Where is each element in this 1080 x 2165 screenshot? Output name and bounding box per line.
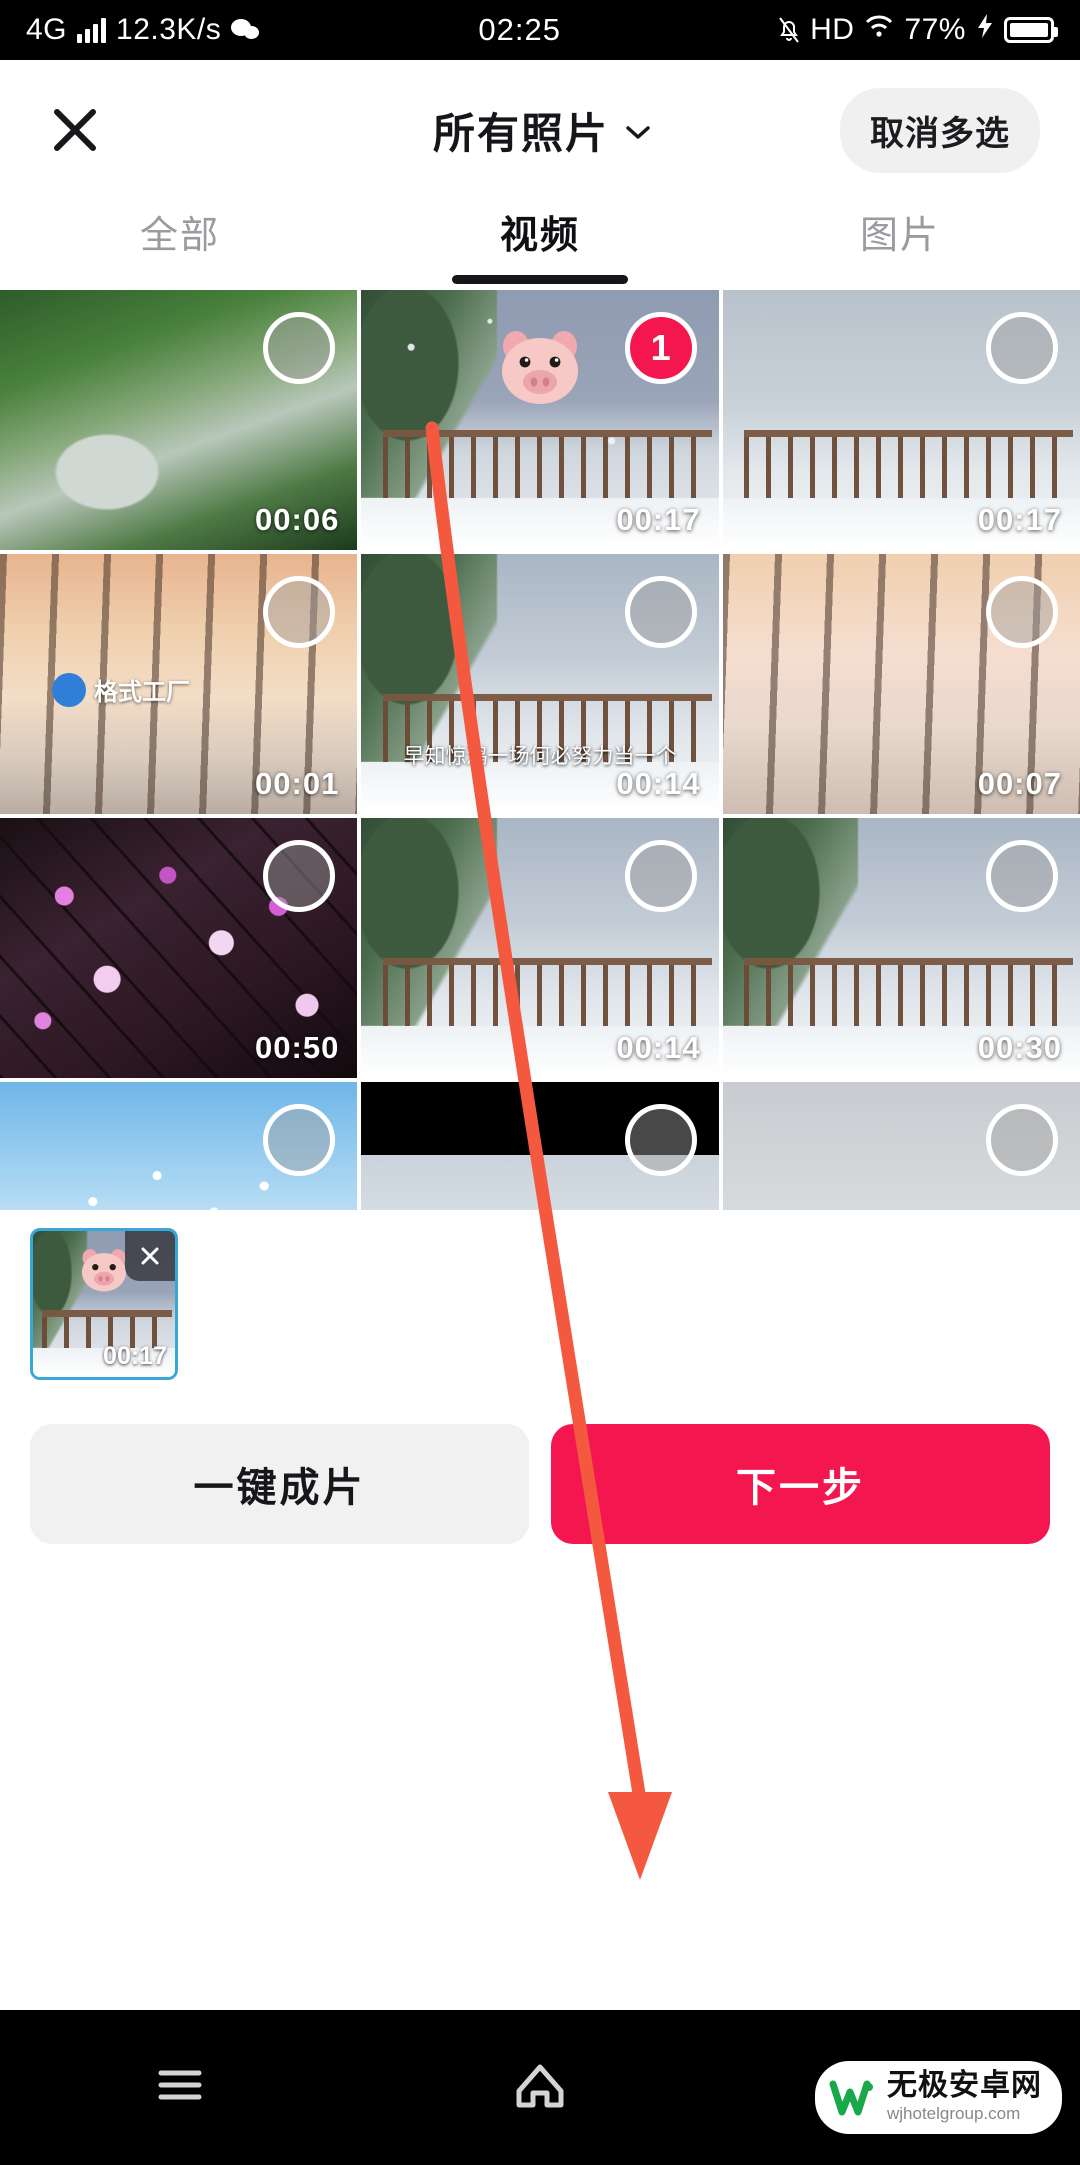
duration-label: 00:50 [255,1030,340,1065]
hd-label: HD [810,13,855,46]
grid-item[interactable]: 00:17 [722,290,1080,550]
tab-image[interactable]: 图片 [720,200,1080,290]
status-left: 4G 12.3K/s [26,13,261,47]
select-checkbox[interactable] [986,576,1058,648]
chevron-down-icon [625,124,650,139]
signal-bars-icon [77,17,107,43]
watermark-site-url: wjhotelgroup.com [887,2104,1021,2123]
select-checkbox[interactable]: 1 [624,312,697,384]
wifi-icon [864,13,894,47]
cancel-multiselect-button[interactable]: 取消多选 [840,87,1040,173]
grid-item[interactable]: 00:50 [0,818,358,1078]
select-checkbox[interactable] [263,312,336,384]
action-bar: 一键成片 下一步 [0,1400,1080,1578]
media-grid: 00:06 1 00:17 00:17 格式工厂 00:01 早知惊鸿一场何必努… [0,290,1080,1210]
auto-create-button[interactable]: 一键成片 [30,1424,529,1544]
select-checkbox[interactable] [986,1104,1058,1176]
tab-video-label: 视频 [499,215,580,257]
grid-item[interactable]: 00:06 [0,290,358,550]
watermark-label: 格式工厂 [94,679,190,706]
grid-item[interactable]: 00:14 [361,818,719,1078]
select-checkbox[interactable] [624,576,697,648]
duration-label: 00:14 [616,1030,701,1065]
bolt-icon [976,13,994,47]
sheet-header: 所有照片 取消多选 [0,60,1080,200]
wechat-icon [231,17,261,43]
selected-thumbnail[interactable]: 00:17 [30,1228,178,1380]
grid-item[interactable]: 早知惊鸿一场何必努力当一个 00:14 [361,554,719,814]
battery-icon [1003,17,1058,43]
bell-off-icon [778,16,800,44]
duration-label: 00:17 [103,1342,167,1370]
duration-label: 00:17 [977,502,1062,537]
duration-label: 00:01 [255,766,340,801]
watermark-text: 无极安卓网 wjhotelgroup.com [887,2071,1042,2124]
watermark-logo-icon [52,672,86,707]
watermark-logo-icon [829,2078,875,2118]
site-watermark: 无极安卓网 wjhotelgroup.com [815,2061,1062,2134]
duration-label: 00:14 [616,766,701,801]
tab-video[interactable]: 视频 [360,200,720,290]
remove-selection-icon[interactable] [125,1231,175,1281]
grid-item[interactable] [0,1082,358,1210]
media-type-tabs: 全部 视频 图片 [0,200,1080,290]
duration-label: 00:07 [977,766,1062,801]
grid-item[interactable]: 00:30 [722,818,1080,1078]
watermark-site-name: 无极安卓网 [887,2069,1042,2102]
select-checkbox[interactable] [263,576,336,648]
tab-all-label: 全部 [139,215,220,257]
selection-order-badge: 1 [650,327,671,368]
status-right: HD 77% [778,13,1058,47]
tab-image-label: 图片 [859,215,940,257]
duration-label: 00:17 [616,502,701,537]
tab-all[interactable]: 全部 [0,200,360,290]
grid-item[interactable] [361,1082,719,1210]
select-checkbox[interactable] [263,840,336,912]
status-bar: 4G 12.3K/s 02:25 HD 77% [0,0,1080,60]
app-watermark: 格式工厂 [52,672,190,707]
duration-label: 00:06 [255,502,340,537]
pig-face-sticker [492,324,588,410]
grid-item[interactable]: 格式工厂 00:01 [0,554,358,814]
tab-active-indicator [452,275,628,284]
close-icon[interactable] [40,95,110,165]
select-checkbox[interactable] [986,312,1058,384]
pig-face-sticker [76,1245,132,1295]
phone-screen: 4G 12.3K/s 02:25 HD 77% 所有照片 取消多选 全部 视频 … [0,0,1080,2160]
grid-item[interactable] [722,1082,1080,1210]
next-step-button[interactable]: 下一步 [551,1424,1050,1544]
select-checkbox[interactable] [263,1104,336,1176]
grid-item[interactable]: 00:07 [722,554,1080,814]
grid-item[interactable]: 1 00:17 [361,290,719,550]
home-icon[interactable] [503,2048,577,2122]
selected-media-strip: 00:17 [0,1210,1080,1400]
battery-percent-label: 77% [904,13,966,46]
select-checkbox[interactable] [624,840,697,912]
duration-label: 00:30 [977,1030,1062,1065]
menu-icon[interactable] [143,2048,217,2122]
page-title: 所有照片 [432,109,609,157]
network-type-label: 4G [26,13,68,46]
select-checkbox[interactable] [986,840,1058,912]
picker-sheet: 所有照片 取消多选 全部 视频 图片 00:06 1 00:17 00:17 格… [0,60,1080,2070]
status-clock: 02:25 [478,12,561,47]
network-speed-label: 12.3K/s [116,13,222,46]
select-checkbox[interactable] [624,1104,697,1176]
